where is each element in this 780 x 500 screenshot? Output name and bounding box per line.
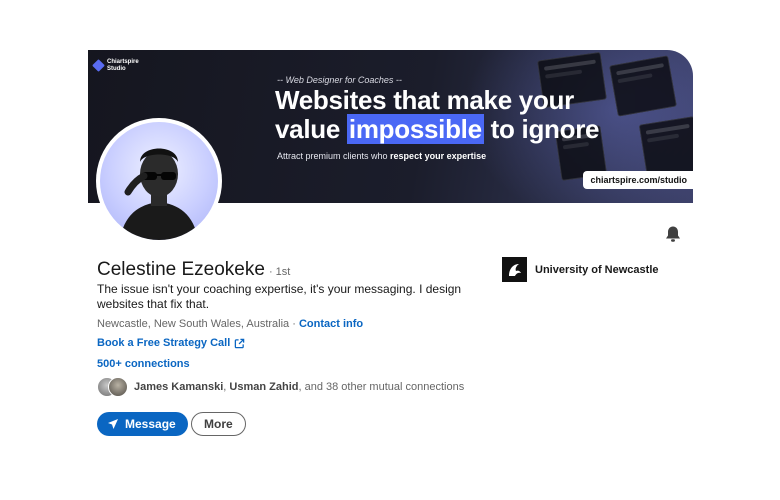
person-silhouette-icon [120, 148, 198, 240]
profile-location-row: Newcastle, New South Wales, Australia · … [97, 318, 364, 330]
contact-info-link[interactable]: Contact info [299, 318, 363, 330]
banner-highlight: impossible [346, 114, 484, 144]
connection-degree: · 1st [268, 266, 291, 278]
profile-name-row: Celestine Ezeokeke · 1st [97, 259, 290, 281]
connections-link[interactable]: 500+ connections [97, 358, 190, 370]
avatar [100, 122, 218, 240]
banner-mockup [608, 55, 678, 117]
strategy-call-link[interactable]: Book a Free Strategy Call [97, 337, 245, 349]
banner-tagline: -- Web Designer for Coaches -- [277, 75, 402, 85]
mutual-avatar [108, 377, 128, 397]
banner-subline: Attract premium clients who respect your… [277, 151, 487, 161]
mutual-connections[interactable]: James Kamanski, Usman Zahid, and 38 othe… [97, 377, 464, 397]
brand-logo: Chiartspire Studio [92, 59, 141, 72]
profile-location: Newcastle, New South Wales, Australia [97, 318, 290, 330]
message-button[interactable]: Message [97, 412, 188, 436]
brand-mark-icon [92, 59, 105, 72]
university-name: University of Newcastle [535, 263, 659, 276]
external-link-icon [235, 338, 245, 348]
profile-headline: The issue isn't your coaching expertise,… [97, 282, 462, 311]
university-logo-icon [502, 257, 527, 282]
profile-name: Celestine Ezeokeke [97, 259, 265, 280]
banner-url: chiartspire.com/studio [583, 171, 693, 189]
bell-icon[interactable] [663, 225, 683, 243]
banner-headline: Websites that make your value impossible… [275, 85, 600, 144]
profile-card: Chiartspire Studio -- Web Designer for C… [88, 50, 693, 450]
education-item[interactable]: University of Newcastle [502, 257, 659, 282]
more-button[interactable]: More [191, 412, 246, 436]
paper-plane-icon [108, 419, 118, 429]
profile-photo[interactable] [96, 118, 222, 244]
